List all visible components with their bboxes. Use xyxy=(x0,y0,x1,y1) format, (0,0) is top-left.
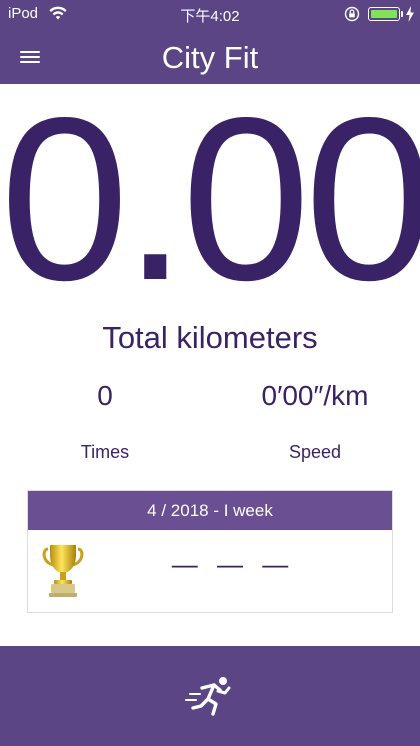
speed-label: Speed xyxy=(288,442,342,462)
bottom-bar xyxy=(0,646,420,746)
times-label: Times xyxy=(80,442,130,462)
status-bar: iPod 下午4:02 xyxy=(0,0,420,28)
weekly-ranking-card[interactable]: 4 / 2018 - I week — — — xyxy=(27,490,393,613)
battery-tip xyxy=(401,11,403,17)
trophy-icon xyxy=(42,545,84,597)
total-kilometers-value: 0.00 xyxy=(0,70,420,329)
total-kilometers-label: Total kilometers xyxy=(102,320,318,355)
times-value: 0 xyxy=(97,380,113,411)
battery-icon xyxy=(368,7,400,21)
speed-value: 0′00″/km xyxy=(261,380,369,411)
rotation-lock-icon xyxy=(344,6,360,22)
ranking-placeholder: — — — xyxy=(171,549,295,579)
ranking-period-header: 4 / 2018 - I week xyxy=(28,491,392,530)
running-person-icon[interactable] xyxy=(180,672,240,720)
charging-bolt-icon xyxy=(406,6,414,22)
